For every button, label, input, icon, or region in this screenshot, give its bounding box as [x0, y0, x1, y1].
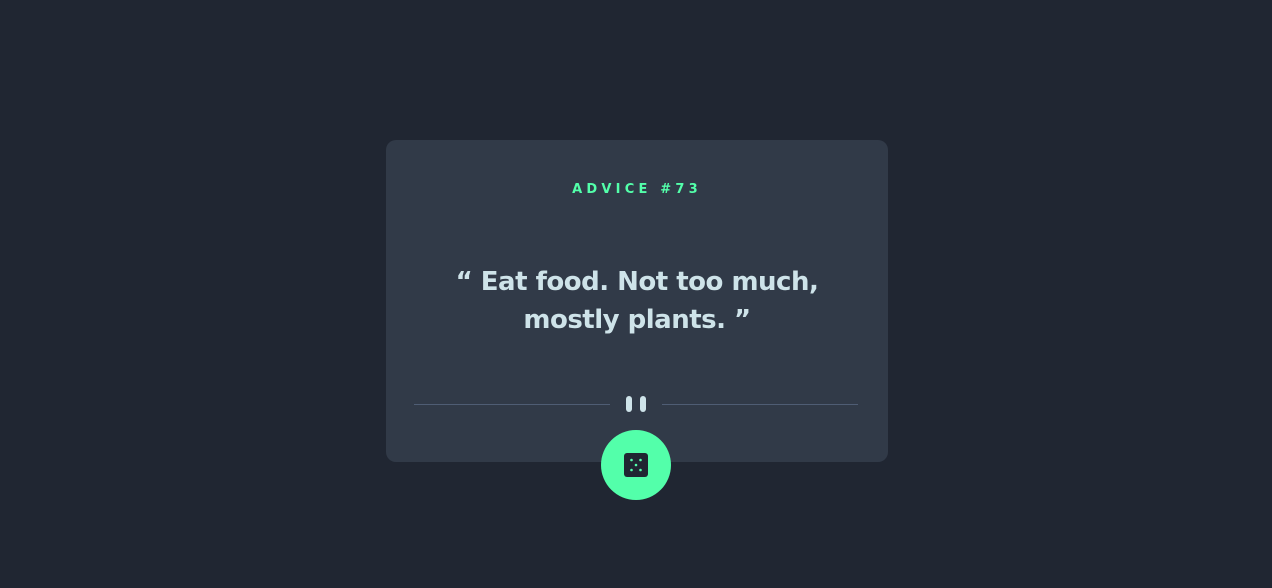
- divider-line-left: [414, 404, 610, 405]
- advice-card: ADVICE #73 “ Eat food. Not too much, mos…: [386, 140, 888, 462]
- dice-icon: [624, 453, 648, 477]
- divider-line-right: [662, 404, 858, 405]
- advice-quote: “ Eat food. Not too much, mostly plants.…: [455, 267, 819, 335]
- generate-advice-button[interactable]: [601, 430, 671, 500]
- pause-icon: [626, 396, 646, 412]
- advice-number: ADVICE #73: [572, 182, 702, 197]
- pattern-divider: [414, 395, 858, 413]
